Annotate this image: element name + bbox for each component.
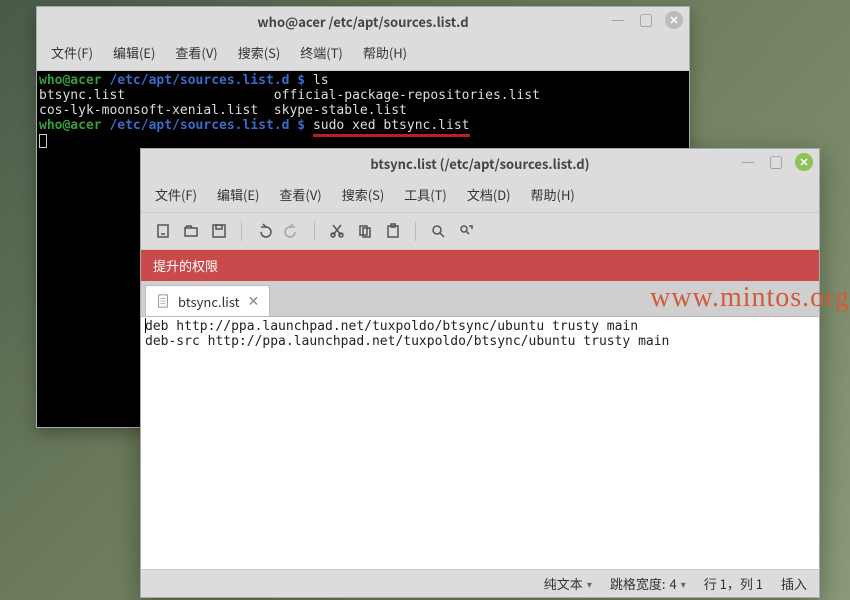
ls-output-1: btsync.list official-package-repositorie… — [39, 88, 540, 103]
paste-icon[interactable] — [381, 219, 405, 243]
copy-icon[interactable] — [353, 219, 377, 243]
prompt-user: who@acer — [39, 118, 102, 133]
editor-menubar: 文件(F) 编辑(E) 查看(V) 搜索(S) 工具(T) 文档(D) 帮助(H… — [141, 177, 819, 213]
editor-tabstrip: btsync.list ✕ — [141, 281, 819, 317]
prompt-dollar: $ — [297, 118, 305, 133]
menu-help[interactable]: 帮助(H) — [521, 181, 585, 208]
terminal-titlebar[interactable]: who@acer /etc/apt/sources.list.d ─ ▢ ✕ — [37, 7, 689, 35]
chevron-down-icon: ▾ — [681, 576, 686, 591]
close-button[interactable]: ✕ — [665, 11, 683, 29]
editor-toolbar — [141, 213, 819, 250]
menu-view[interactable]: 查看(V) — [165, 39, 227, 66]
content-line-2: deb-src http://ppa.launchpad.net/tuxpold… — [145, 334, 669, 349]
menu-view[interactable]: 查看(V) — [269, 181, 331, 208]
search-replace-icon[interactable] — [454, 219, 478, 243]
status-insert-mode[interactable]: 插入 — [781, 574, 807, 593]
menu-document[interactable]: 文档(D) — [457, 181, 521, 208]
ls-output-2: cos-lyk-moonsoft-xenial.list skype-stabl… — [39, 103, 407, 118]
cmd-ls: ls — [313, 73, 329, 88]
minimize-button[interactable]: ─ — [739, 153, 757, 171]
prompt-dollar: $ — [297, 73, 305, 88]
new-file-icon[interactable] — [151, 219, 175, 243]
prompt-path: /etc/apt/sources.list.d — [109, 118, 289, 133]
content-line-1: deb http://ppa.launchpad.net/tuxpoldo/bt… — [145, 319, 638, 334]
status-syntax[interactable]: 纯文本 ▾ — [544, 574, 592, 593]
open-file-icon[interactable] — [179, 219, 203, 243]
editor-title: btsync.list (/etc/apt/sources.list.d) — [370, 154, 589, 173]
editor-cursor — [145, 318, 146, 333]
editor-window: btsync.list (/etc/apt/sources.list.d) ─ … — [140, 148, 820, 598]
search-icon[interactable] — [426, 219, 450, 243]
cut-icon[interactable] — [325, 219, 349, 243]
terminal-menubar: 文件(F) 编辑(E) 查看(V) 搜索(S) 终端(T) 帮助(H) — [37, 35, 689, 71]
menu-terminal[interactable]: 终端(T) — [290, 39, 353, 66]
toolbar-separator — [415, 221, 416, 241]
editor-statusbar: 纯文本 ▾ 跳格宽度: 4 ▾ 行 1，列 1 插入 — [141, 569, 819, 597]
editor-titlebar[interactable]: btsync.list (/etc/apt/sources.list.d) ─ … — [141, 149, 819, 177]
menu-help[interactable]: 帮助(H) — [353, 39, 417, 66]
status-position: 行 1，列 1 — [704, 574, 763, 593]
save-file-icon[interactable] — [207, 219, 231, 243]
menu-search[interactable]: 搜索(S) — [332, 181, 395, 208]
menu-file[interactable]: 文件(F) — [145, 181, 207, 208]
menu-tools[interactable]: 工具(T) — [394, 181, 457, 208]
tab-close-icon[interactable]: ✕ — [248, 291, 260, 311]
redo-icon[interactable] — [280, 219, 304, 243]
status-tabwidth[interactable]: 跳格宽度: 4 ▾ — [610, 574, 686, 593]
tab-btsync[interactable]: btsync.list ✕ — [145, 285, 270, 316]
maximize-button[interactable]: ▢ — [637, 11, 655, 29]
toolbar-separator — [241, 221, 242, 241]
menu-edit[interactable]: 编辑(E) — [103, 39, 165, 66]
editor-text-area[interactable]: deb http://ppa.launchpad.net/tuxpoldo/bt… — [141, 317, 819, 569]
terminal-cursor — [39, 134, 47, 148]
editor-window-controls: ─ ▢ ✕ — [739, 153, 813, 171]
close-button[interactable]: ✕ — [795, 153, 813, 171]
prompt-user: who@acer — [39, 73, 102, 88]
terminal-window-controls: ─ ▢ ✕ — [609, 11, 683, 29]
toolbar-separator — [314, 221, 315, 241]
menu-search[interactable]: 搜索(S) — [228, 39, 291, 66]
prompt-path: /etc/apt/sources.list.d — [109, 73, 289, 88]
privilege-text: 提升的权限 — [153, 256, 218, 275]
maximize-button[interactable]: ▢ — [767, 153, 785, 171]
cmd-sudo-xed: sudo xed btsync.list — [313, 118, 470, 137]
tab-label: btsync.list — [178, 292, 240, 311]
file-icon — [156, 294, 170, 308]
chevron-down-icon: ▾ — [587, 576, 592, 591]
minimize-button[interactable]: ─ — [609, 11, 627, 29]
menu-edit[interactable]: 编辑(E) — [207, 181, 269, 208]
privilege-banner: 提升的权限 — [141, 250, 819, 281]
terminal-title: who@acer /etc/apt/sources.list.d — [257, 12, 468, 31]
menu-file[interactable]: 文件(F) — [41, 39, 103, 66]
undo-icon[interactable] — [252, 219, 276, 243]
